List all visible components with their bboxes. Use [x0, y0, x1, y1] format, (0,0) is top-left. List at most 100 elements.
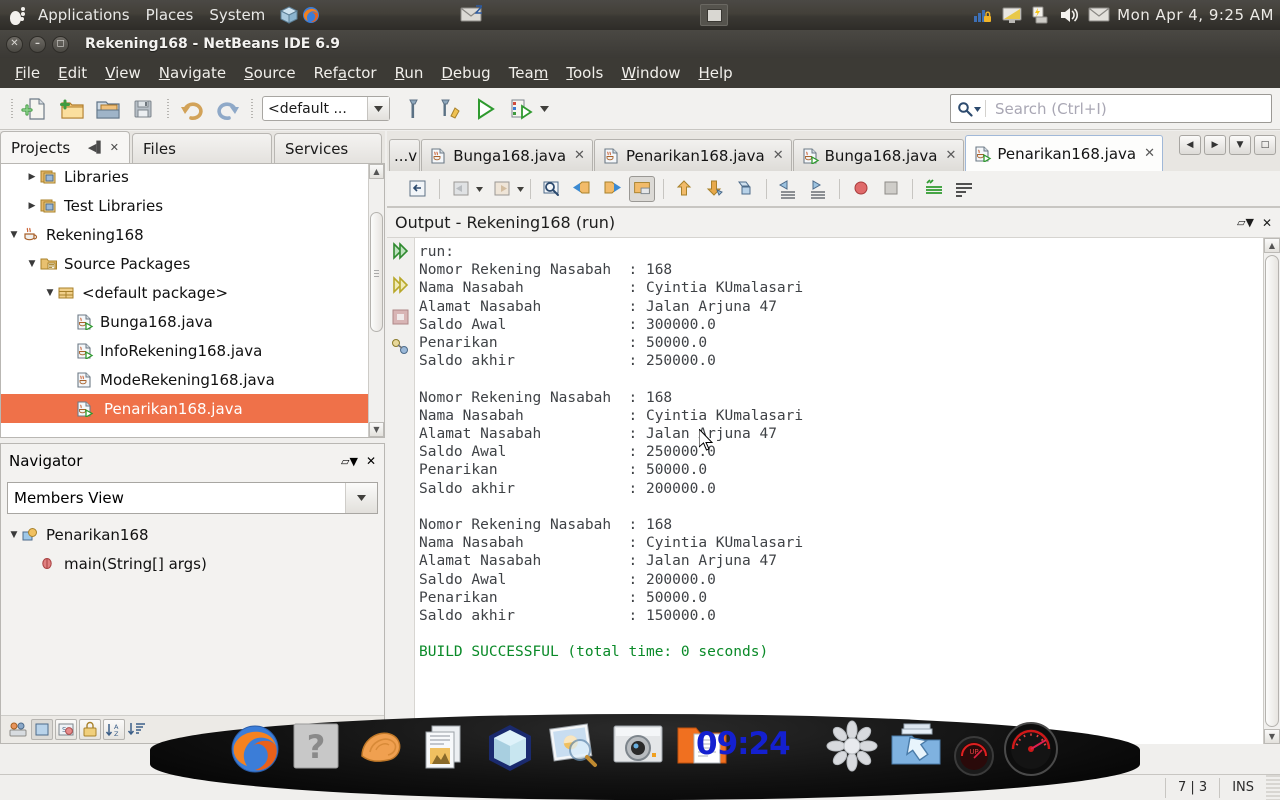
toolbar-gripper[interactable]: [11, 98, 13, 119]
menu-navigate[interactable]: Navigate: [150, 62, 235, 84]
minimize-button[interactable]: –: [29, 35, 46, 53]
scrollbar-thumb[interactable]: [1265, 255, 1279, 727]
float-icon[interactable]: ◀▌: [88, 141, 105, 154]
mail-icon[interactable]: [1088, 5, 1110, 25]
scroll-down-button[interactable]: ▼: [369, 422, 384, 437]
image-viewer-icon[interactable]: [546, 720, 604, 778]
tree-node[interactable]: ▼ <default package>: [1, 278, 384, 307]
show-nonpublic-icon[interactable]: [79, 719, 101, 740]
maximize-button[interactable]: ◻: [52, 35, 69, 53]
forward-icon[interactable]: [489, 176, 515, 202]
debug-dropdown-arrow[interactable]: [540, 101, 549, 116]
output-scrollbar[interactable]: ▲ ▼: [1263, 238, 1280, 744]
tree-node[interactable]: ▼ Source Packages: [1, 249, 384, 278]
menu-window[interactable]: Window: [612, 62, 689, 84]
menu-system[interactable]: System: [201, 0, 273, 30]
save-all-icon[interactable]: [129, 94, 159, 124]
inherited-members-icon[interactable]: [7, 719, 29, 740]
close-icon[interactable]: ✕: [945, 148, 956, 163]
sort-source-icon[interactable]: [127, 719, 149, 740]
toggle-rectangular-icon[interactable]: [732, 176, 758, 202]
run-icon[interactable]: [390, 241, 412, 261]
menu-source[interactable]: Source: [235, 62, 305, 84]
tree-node[interactable]: InfoRekening168.java: [1, 336, 384, 365]
menu-tools[interactable]: Tools: [557, 62, 612, 84]
panel-clock[interactable]: Mon Apr 4, 9:25 AM: [1117, 6, 1274, 24]
stop-icon[interactable]: [390, 307, 412, 327]
next-error-icon[interactable]: [702, 176, 728, 202]
tree-node[interactable]: Bunga168.java: [1, 307, 384, 336]
toggle-bookmark-icon[interactable]: [629, 175, 655, 202]
editor-tab[interactable]: Penarikan168.java ✕: [965, 135, 1163, 171]
build-project-icon[interactable]: [397, 94, 427, 124]
previous-bookmark-icon[interactable]: [569, 176, 595, 202]
rerun-icon[interactable]: [390, 275, 412, 295]
show-static-icon[interactable]: S: [55, 719, 77, 740]
chevron-down-icon[interactable]: ▼: [7, 530, 21, 540]
previous-error-icon[interactable]: [672, 176, 698, 202]
firefox-icon[interactable]: [301, 5, 321, 25]
back-icon[interactable]: [448, 176, 474, 202]
shift-right-icon[interactable]: [805, 176, 831, 202]
network-lock-icon[interactable]: [972, 5, 992, 25]
editor-tab[interactable]: Bunga168.java ✕: [421, 139, 593, 171]
tab-list-icon[interactable]: ▼: [1229, 135, 1251, 155]
chevron-down-icon[interactable]: ▼: [43, 288, 57, 298]
show-fields-icon[interactable]: [31, 719, 53, 740]
search-icon[interactable]: [957, 101, 973, 117]
menu-applications[interactable]: Applications: [30, 0, 138, 30]
editor-tab[interactable]: Bunga168.java ✕: [792, 139, 965, 171]
menu-team[interactable]: Team: [500, 62, 558, 84]
tree-node[interactable]: ▶ Test Libraries: [1, 191, 384, 220]
sort-alpha-icon[interactable]: A Z: [103, 719, 125, 740]
file-manager-icon[interactable]: [674, 720, 732, 778]
mail-notification-icon[interactable]: [460, 5, 484, 27]
menu-places[interactable]: Places: [138, 0, 202, 30]
menu-run[interactable]: Run: [386, 62, 433, 84]
navigator-node[interactable]: main(String[] args): [1, 549, 384, 578]
shell-icon[interactable]: [354, 720, 412, 778]
tab-projects[interactable]: Projects ◀▌ ✕: [0, 131, 130, 163]
maximize-icon[interactable]: □: [1254, 135, 1276, 155]
chevron-down-icon[interactable]: ▼: [7, 230, 21, 240]
tree-node[interactable]: ModeRekening168.java: [1, 365, 384, 394]
virtualbox-icon[interactable]: [482, 720, 540, 778]
window-list-item[interactable]: [700, 4, 728, 26]
scroll-up-button[interactable]: ▲: [369, 164, 384, 179]
chevron-right-icon[interactable]: ▶: [25, 172, 39, 182]
display-icon[interactable]: [1001, 5, 1022, 25]
back-dropdown-arrow[interactable]: [476, 181, 483, 196]
tree-node[interactable]: ▶ Libraries: [1, 164, 384, 191]
tab-files[interactable]: Files: [132, 133, 272, 163]
scroll-right-icon[interactable]: ▶: [1204, 135, 1226, 155]
run-project-icon[interactable]: [469, 94, 499, 124]
project-config-combo[interactable]: <default ...: [262, 96, 390, 121]
chevron-down-icon[interactable]: ▼: [25, 259, 39, 269]
projects-scrollbar[interactable]: ▲ ▼: [368, 164, 384, 437]
gnome-foot-icon[interactable]: [6, 4, 28, 26]
volume-icon[interactable]: [1059, 5, 1079, 25]
menu-view[interactable]: View: [96, 62, 150, 84]
system-monitor-icon[interactable]: [1002, 720, 1060, 778]
clean-and-build-icon[interactable]: [433, 94, 463, 124]
menu-debug[interactable]: Debug: [432, 62, 499, 84]
menu-refactor[interactable]: Refactor: [305, 62, 386, 84]
system-monitor-small-icon[interactable]: UP: [952, 734, 996, 778]
undo-icon[interactable]: [177, 94, 207, 124]
editor-tab[interactable]: ...v: [389, 139, 421, 171]
scroll-down-button[interactable]: ▼: [1264, 729, 1280, 744]
close-icon[interactable]: ✕: [1262, 216, 1272, 230]
chevron-right-icon[interactable]: ▶: [25, 201, 39, 211]
new-project-icon[interactable]: [57, 94, 87, 124]
scrollbar-thumb[interactable]: [370, 212, 383, 332]
close-icon[interactable]: ✕: [366, 454, 376, 468]
package-icon[interactable]: [279, 5, 299, 25]
next-bookmark-icon[interactable]: [599, 176, 625, 202]
minimize-icon[interactable]: ▱▼: [341, 455, 358, 468]
comment-icon[interactable]: [921, 176, 947, 202]
toggle-breakpoint-icon[interactable]: [848, 176, 874, 202]
help-icon[interactable]: ?: [290, 720, 348, 778]
close-icon[interactable]: ✕: [574, 148, 585, 163]
tree-node[interactable]: ▼ Rekening168: [1, 220, 384, 249]
build-icon[interactable]: [390, 337, 412, 357]
